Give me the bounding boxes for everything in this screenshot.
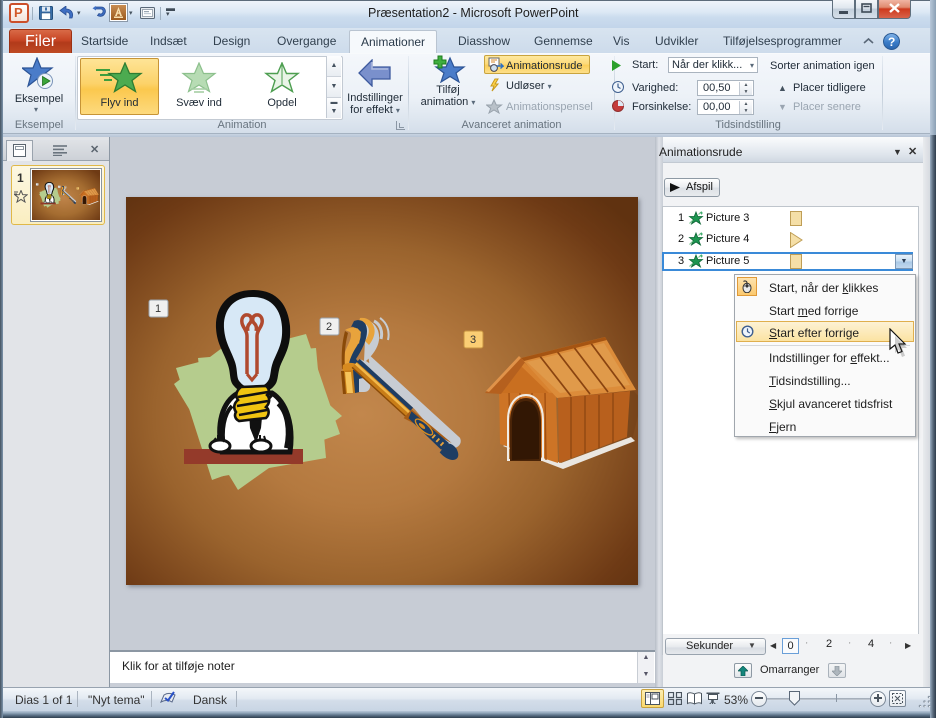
svg-text:3: 3: [470, 334, 476, 346]
svg-text:2: 2: [326, 321, 332, 333]
svg-text:1: 1: [155, 303, 161, 315]
